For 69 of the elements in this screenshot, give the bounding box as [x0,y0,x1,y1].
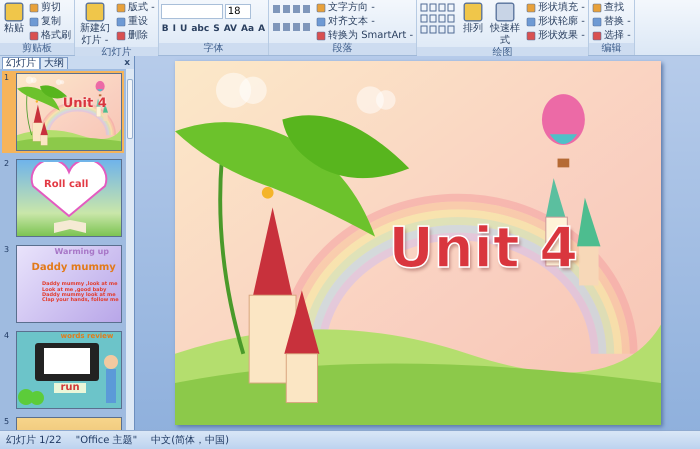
ribbon-button[interactable]: 转换为 SmartArt - [315,29,414,43]
command-icon [526,17,536,27]
ribbon-large-button[interactable]: 排列 [461,1,486,35]
status-text: 中文(简体，中国) [151,434,230,447]
format-button[interactable]: A [257,22,266,36]
scrollbar[interactable] [126,69,134,430]
ribbon-button[interactable]: 删除 [115,29,156,43]
ribbon-large-button[interactable]: 粘贴 [2,1,26,35]
slide-number: 1 [4,73,10,84]
format-button[interactable]: S [212,22,221,36]
font-size-field[interactable]: 18 [224,4,251,19]
slide-title: Unit 4 [388,221,578,278]
group-label: 字体 [158,43,268,55]
command-icon [592,31,602,41]
command-icon [462,1,484,23]
format-button[interactable]: Aa [240,22,256,36]
word-card: run [54,382,86,394]
blackboard-drawing [35,343,99,381]
status-text: 幻灯片 1/22 [6,434,62,447]
command-icon [316,31,326,41]
font-name-field[interactable] [160,4,223,19]
command-icon [316,17,326,27]
format-button[interactable]: I [172,22,178,36]
ribbon-button[interactable]: 版式 - [115,1,156,15]
slide-number: 3 [4,245,10,256]
ribbon-button[interactable]: 形状填充 - [525,1,586,15]
slide-thumbnail[interactable]: Roll call [16,159,122,237]
ribbon-button[interactable]: 格式刷 [28,29,72,43]
format-button[interactable]: AV [222,22,238,36]
slide-thumbnail-row[interactable]: 2 Roll call [2,157,124,239]
ribbon-button[interactable]: 形状效果 - [525,29,586,43]
group-label: 编辑 [588,43,634,55]
group-label: 剪贴板 [0,43,74,55]
command-icon [592,17,602,27]
book-drawing [53,220,87,234]
close-button[interactable]: x [120,58,134,69]
ribbon-button[interactable]: 文字方向 - [315,1,414,15]
pane-tab[interactable]: 大纲 [40,57,68,69]
slide-number: 2 [4,159,10,170]
group-label: 段落 [269,43,416,55]
ribbon-button[interactable]: 重设 [115,15,156,29]
slide-number: 4 [4,331,10,342]
pane-tab[interactable]: 幻灯片 [2,57,40,69]
ribbon-button[interactable]: 对齐文本 - [315,15,414,29]
cartoon-teacher-drawing [103,354,119,404]
ribbon-button[interactable]: 剪切 [28,1,72,15]
ribbon-button[interactable]: 选择 - [590,29,632,43]
command-icon [526,31,536,41]
command-icon [592,3,602,13]
slide-thumbnail-row[interactable]: 5 [2,415,124,430]
format-button[interactable]: U [179,22,188,36]
ribbon-button[interactable]: 查找 [590,1,632,15]
command-icon [3,1,25,23]
command-icon [84,1,106,23]
slide-thumbnail-heading: Warming up [54,248,110,256]
ribbon-button[interactable]: 替换 - [590,15,632,29]
slide-thumbnail-title: Daddy mummy [32,262,116,274]
status-text: "Office 主题" [76,434,138,447]
ribbon-large-button[interactable]: 快速样式 [487,1,524,47]
command-icon [316,3,326,13]
command-icon [494,1,516,23]
format-button[interactable]: B [160,22,170,36]
command-icon [526,3,536,13]
slide-number: 5 [4,417,10,428]
format-button[interactable]: abc [190,22,210,36]
ribbon-button[interactable]: 形状轮廓 - [525,15,586,29]
slide-thumbnail-title: Roll call [44,180,88,190]
ribbon-button[interactable]: 复制 [28,15,72,29]
ribbon-large-button[interactable]: 新建幻灯片 - [77,1,113,47]
